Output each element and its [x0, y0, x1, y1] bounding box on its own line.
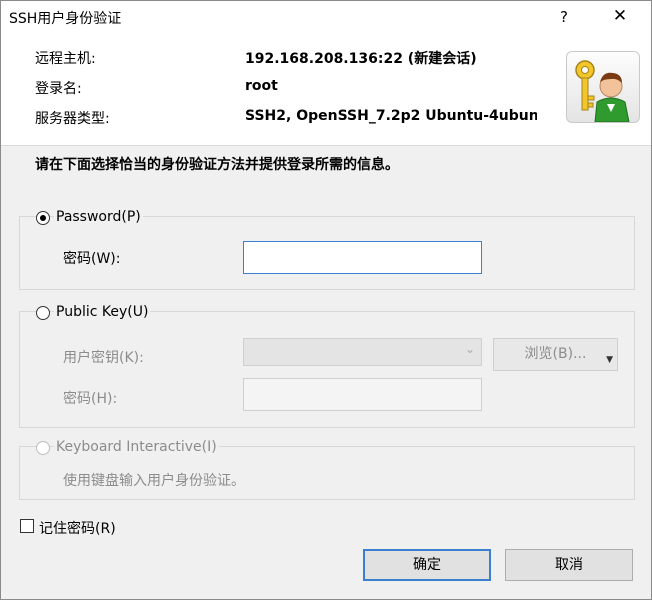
remember-password-checkbox[interactable] [20, 519, 34, 533]
public-key-radio[interactable] [36, 306, 50, 320]
ssh-auth-dialog: SSH用户身份验证 ? ✕ 远程主机: 192.168.208.136:22 (… [0, 0, 652, 600]
browse-button-label: 浏览(B)... [524, 346, 587, 362]
keyboard-interactive-title[interactable]: Keyboard Interactive(I) [54, 439, 219, 455]
cancel-button[interactable]: 取消 [505, 549, 633, 581]
remote-host-value: 192.168.208.136:22 (新建会话) [245, 51, 477, 67]
passphrase-label: 密码(H): [63, 391, 118, 407]
title-bar: SSH用户身份验证 ? ✕ [1, 1, 651, 33]
password-input[interactable] [243, 241, 482, 274]
keyboard-interactive-description: 使用键盘输入用户身份验证。 [63, 473, 245, 489]
session-info-header: 远程主机: 192.168.208.136:22 (新建会话) 登录名: roo… [1, 33, 651, 146]
public-key-group-title[interactable]: Public Key(U) [54, 304, 151, 320]
ok-button[interactable]: 确定 [363, 549, 491, 581]
password-group-title[interactable]: Password(P) [54, 209, 143, 225]
server-type-label: 服务器类型: [35, 111, 110, 127]
login-value: root [245, 78, 278, 94]
dropdown-arrow-icon: ▼ [606, 355, 613, 365]
remote-host-label: 远程主机: [35, 51, 96, 67]
user-key-label: 用户密钥(K): [63, 350, 144, 366]
passphrase-input[interactable] [243, 378, 482, 411]
window-title: SSH用户身份验证 [9, 11, 122, 27]
login-label: 登录名: [35, 81, 82, 97]
keyboard-interactive-radio[interactable] [36, 441, 50, 455]
close-button[interactable]: ✕ [597, 1, 643, 33]
instruction-text: 请在下面选择恰当的身份验证方法并提供登录所需的信息。 [35, 157, 399, 173]
user-key-select[interactable]: ⌄ [243, 338, 482, 366]
user-key-icon [566, 51, 640, 123]
help-button[interactable]: ? [546, 1, 582, 33]
server-type-value: SSH2, OpenSSH_7.2p2 Ubuntu-4ubuntu [245, 108, 537, 124]
password-radio[interactable] [36, 211, 50, 225]
password-label: 密码(W): [63, 251, 121, 267]
browse-button[interactable]: 浏览(B)... ▼ [493, 338, 618, 371]
chevron-down-icon: ⌄ [464, 342, 475, 356]
remember-password-label[interactable]: 记住密码(R) [39, 518, 116, 538]
